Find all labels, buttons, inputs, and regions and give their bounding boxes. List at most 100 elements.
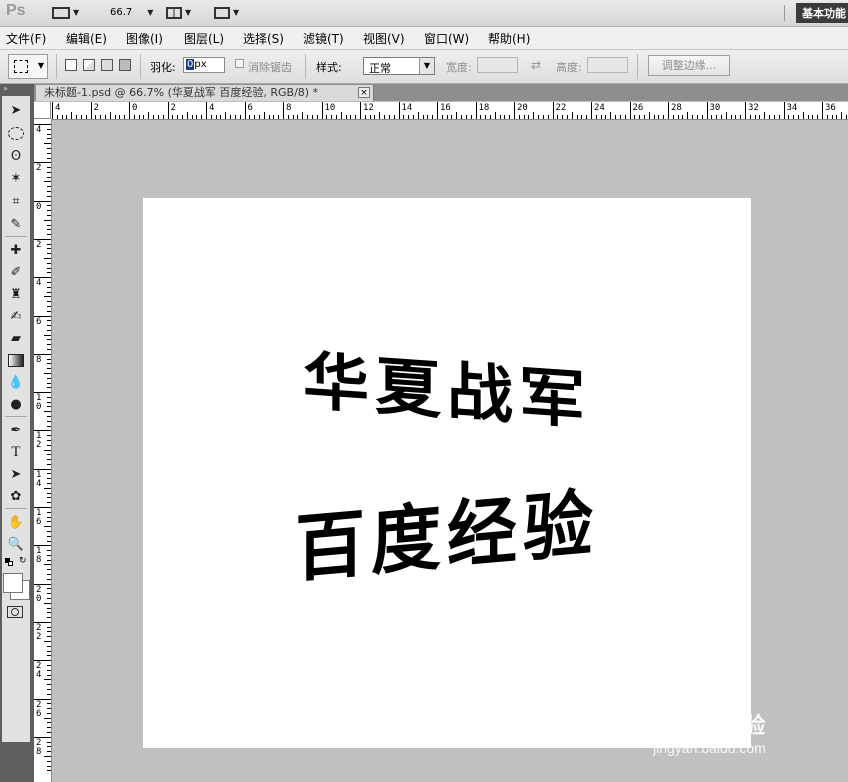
ruler-tick	[47, 454, 51, 456]
ruler-origin[interactable]	[34, 102, 51, 119]
menu-file[interactable]: 文件(F)	[6, 30, 46, 47]
ruler-tick	[104, 115, 106, 119]
ruler-tick	[47, 205, 51, 207]
ruler-tick	[47, 406, 51, 408]
ruler-tick	[773, 115, 775, 119]
ruler-tick	[47, 291, 51, 293]
ruler-tick	[831, 115, 833, 119]
launch-bridge-button[interactable]: ▼	[52, 4, 79, 21]
ruler-tick	[562, 115, 564, 119]
elliptical-marquee-tool[interactable]	[4, 123, 28, 143]
quick-mask-button[interactable]	[7, 606, 23, 618]
menu-view[interactable]: 视图(V)	[363, 30, 405, 47]
type-tool[interactable]: T	[4, 442, 28, 462]
ruler-tick	[764, 112, 766, 119]
eraser-tool[interactable]: ▰	[4, 328, 28, 348]
hand-tool[interactable]: ✋	[4, 512, 28, 532]
crop-tool[interactable]: ⌗	[4, 191, 28, 211]
default-colors-icon[interactable]	[5, 558, 13, 566]
ruler-tick	[47, 578, 51, 580]
swap-dimensions-icon[interactable]: ⇄	[531, 58, 541, 72]
ruler-tick	[47, 396, 51, 398]
document-canvas[interactable]: 华夏战军 百度经验	[143, 198, 751, 748]
arrange-documents-button[interactable]: ▼	[166, 4, 191, 21]
zoom-tool[interactable]: 🔍	[4, 534, 28, 554]
menu-filter[interactable]: 滤镜(T)	[303, 30, 344, 47]
vertical-ruler[interactable]: 4 2 0 2 4 6 8 10 12 14 16 18 20 22 24 26 28	[34, 119, 52, 782]
refine-edge-button[interactable]: 调整边缘...	[648, 55, 730, 76]
antialias-checkbox[interactable]	[235, 59, 244, 68]
ruler-tick	[44, 487, 51, 489]
add-selection-mode-button[interactable]	[83, 59, 95, 71]
collapse-panel-icon[interactable]: »	[3, 84, 8, 93]
ruler-tick	[47, 214, 51, 216]
clone-stamp-tool[interactable]: ♜	[4, 284, 28, 304]
path-selection-tool[interactable]: ➤	[4, 464, 28, 484]
healing-brush-tool[interactable]: ✚	[4, 240, 28, 260]
gradient-tool[interactable]	[4, 350, 28, 370]
swap-colors-icon[interactable]: ↻	[19, 556, 27, 566]
ruler-h-label: 18	[478, 103, 490, 113]
ruler-tick	[47, 320, 51, 322]
foreground-color-swatch[interactable]	[3, 573, 23, 593]
menu-layer[interactable]: 图层(L)	[184, 30, 224, 47]
ruler-tick	[292, 115, 294, 119]
ruler-tick	[47, 612, 51, 614]
ruler-tick	[47, 574, 51, 576]
magic-wand-tool[interactable]: ✶	[4, 168, 28, 188]
blur-tool[interactable]: 💧	[4, 372, 28, 392]
intersect-selection-mode-button[interactable]	[119, 59, 131, 71]
ruler-tick	[47, 502, 51, 504]
ruler-tick	[61, 115, 63, 119]
pen-tool[interactable]: ✒	[4, 420, 28, 440]
ruler-tick	[335, 115, 337, 119]
ruler-tick	[47, 516, 51, 518]
menu-image[interactable]: 图像(I)	[126, 30, 163, 47]
quick-mask-icon	[11, 608, 19, 616]
ruler-tick	[47, 325, 51, 327]
menu-help[interactable]: 帮助(H)	[488, 30, 530, 47]
ruler-tick	[283, 102, 284, 119]
eyedropper-tool[interactable]: ✎	[4, 214, 28, 234]
width-input[interactable]	[477, 57, 518, 73]
custom-shape-tool[interactable]: ✿	[4, 486, 28, 506]
subtract-selection-mode-button[interactable]	[101, 59, 113, 71]
dodge-tool[interactable]: ●	[4, 394, 28, 414]
move-tool[interactable]: ➤	[4, 100, 28, 120]
eyedropper-icon: ✎	[10, 216, 22, 232]
ruler-tick	[437, 102, 438, 119]
ruler-tick	[47, 669, 51, 671]
menu-edit[interactable]: 编辑(E)	[66, 30, 107, 47]
ruler-h-label: 4	[209, 103, 215, 113]
feather-label: 羽化:	[150, 61, 176, 74]
ruler-tick	[47, 540, 51, 542]
lasso-icon: ʘ	[10, 148, 22, 164]
new-selection-mode-button[interactable]	[65, 59, 77, 71]
history-brush-icon: ✍	[10, 308, 22, 324]
ruler-tick	[44, 372, 51, 374]
ruler-tick	[56, 115, 58, 119]
screen-mode-button[interactable]: ▼	[214, 4, 239, 21]
ruler-tick	[302, 112, 304, 119]
ruler-tick	[735, 115, 737, 119]
ruler-tick	[44, 181, 51, 183]
ruler-tick	[44, 641, 51, 643]
horizontal-ruler[interactable]: 4 2 0 2 4 6 8 10 12 14 16 18 20 22 24 26 28 30 32 34 36	[34, 102, 848, 120]
ruler-tick	[331, 115, 333, 119]
brush-tool[interactable]: ✐	[4, 262, 28, 282]
zoom-level-dropdown[interactable]: 66.7 ▼	[110, 4, 153, 21]
history-brush-tool[interactable]: ✍	[4, 306, 28, 326]
height-input[interactable]	[587, 57, 628, 73]
workspace-switcher-button[interactable]: 基本功能	[796, 3, 848, 23]
menu-window[interactable]: 窗口(W)	[424, 30, 469, 47]
ruler-tick	[47, 741, 51, 743]
menu-select[interactable]: 选择(S)	[243, 30, 284, 47]
lasso-tool[interactable]: ʘ	[4, 146, 28, 166]
close-icon[interactable]: ×	[358, 87, 370, 98]
ruler-tick	[47, 550, 51, 552]
document-tab[interactable]: 未标题-1.psd @ 66.7% (华夏战军 百度经验, RGB/8) *	[36, 85, 374, 101]
style-select[interactable]: 正常 ▼	[363, 57, 435, 75]
ruler-tick	[47, 655, 51, 657]
tool-preset-picker[interactable]: ▼	[8, 54, 48, 79]
feather-input[interactable]: 0px	[183, 57, 225, 73]
